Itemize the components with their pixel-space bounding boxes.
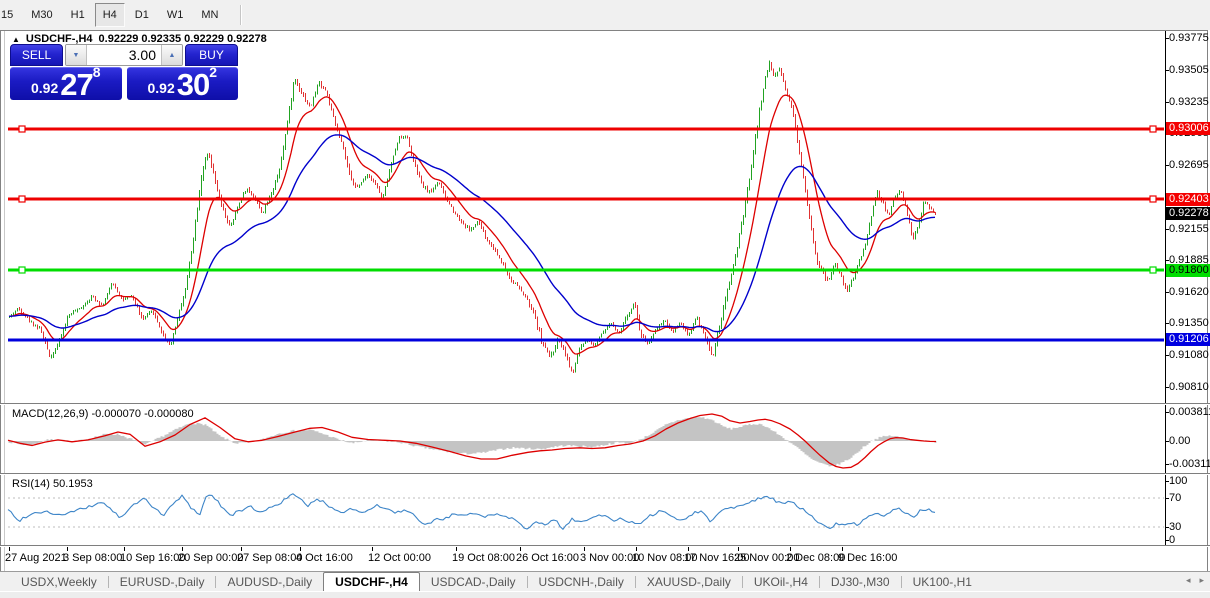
tab-xauusd-daily[interactable]: XAUUSD-,Daily (636, 572, 742, 591)
price-badge: 0.91206 (1166, 333, 1210, 346)
volume-increase-button[interactable]: ▲ (161, 45, 182, 65)
volume-control: ▼ 3.00 ▲ (65, 44, 183, 66)
chart-tab-bar: USDX,Weekly EURUSD-,Daily AUDUSD-,Daily USD… (0, 571, 1210, 591)
tab-usdcnh-daily[interactable]: USDCNH-,Daily (528, 572, 635, 591)
date-axis-label: 3 Sep 08:00 (63, 552, 123, 564)
price-axis-tick: 0.90810 (1169, 381, 1209, 393)
line-handle[interactable] (1149, 266, 1157, 274)
macd-histogram (8, 416, 937, 467)
rsi-axis-tick: 0 (1169, 534, 1176, 546)
tab-scroll-arrows: ◂ ▸ (1186, 575, 1204, 586)
rsi-line (7, 493, 936, 530)
price-badge: 0.91800 (1166, 264, 1210, 277)
price-axis-tick: 0.91620 (1169, 286, 1209, 298)
price-badge: 0.92278 (1166, 207, 1210, 220)
price-axis-tick: 0.93235 (1169, 96, 1209, 108)
price-axis-tick: 0.92695 (1169, 159, 1209, 171)
date-axis-label: 10 Sep 16:00 (120, 552, 186, 564)
pane-divider-dates (0, 545, 1210, 547)
triangle-up-icon: ▲ (168, 51, 176, 59)
pane-divider-macd[interactable] (0, 403, 1210, 405)
price-badge: 0.93006 (1166, 122, 1210, 135)
tab-dj30-m30[interactable]: DJ30-,M30 (820, 572, 901, 591)
date-axis-label: 9 Dec 16:00 (838, 552, 898, 564)
tab-usdchf-h4[interactable]: USDCHF-,H4 (323, 572, 420, 591)
candles-up (9, 60, 926, 373)
sell-price-point: 8 (92, 64, 101, 80)
price-axis-tick: 0.91080 (1169, 349, 1209, 361)
tab-usdx-weekly[interactable]: USDX,Weekly (10, 572, 108, 591)
date-axis-label: 26 Oct 16:00 (516, 552, 579, 564)
buy-price-display[interactable]: 0.92 30 2 (126, 64, 238, 102)
sell-price-display[interactable]: 0.92 27 8 (10, 64, 122, 102)
tab-ukoil-h4[interactable]: UKOil-,H4 (743, 572, 819, 591)
macd-axis-tick: 0.00 (1169, 435, 1191, 447)
buy-price-pips: 30 (176, 67, 210, 102)
buy-button[interactable]: BUY (185, 44, 238, 66)
collapse-arrow-icon[interactable]: ▲ (12, 35, 20, 44)
buy-price-point: 2 (209, 64, 218, 80)
date-axis-label: 20 Sep 00:00 (178, 552, 244, 564)
volume-input[interactable]: 3.00 (87, 45, 161, 65)
line-handle[interactable] (1149, 195, 1157, 203)
line-handle[interactable] (18, 266, 26, 274)
date-axis-label: 27 Sep 08:00 (237, 552, 303, 564)
date-axis-label: 4 Oct 16:00 (296, 552, 353, 564)
macd-axis-tick: -0.003115 (1169, 458, 1210, 470)
rsi-axis-tick: 100 (1169, 475, 1188, 487)
price-axis-tick: 0.92155 (1169, 223, 1209, 235)
price-axis-tick: 0.93775 (1169, 32, 1209, 44)
rsi-axis-tick: 30 (1169, 521, 1182, 533)
tab-scroll-right-icon[interactable]: ▸ (1199, 575, 1204, 586)
price-badge: 0.92403 (1166, 193, 1210, 206)
sell-button[interactable]: SELL (10, 44, 63, 66)
tab-eurusd-daily[interactable]: EURUSD-,Daily (109, 572, 216, 591)
tab-audusd-daily[interactable]: AUDUSD-,Daily (216, 572, 323, 591)
sell-price-pips: 27 (60, 67, 93, 102)
line-handle[interactable] (1149, 125, 1157, 133)
line-handle[interactable] (18, 195, 26, 203)
macd-axis-tick: 0.003811 (1169, 406, 1210, 418)
date-axis-label: 12 Oct 00:00 (368, 552, 431, 564)
rsi-axis-tick: 70 (1169, 492, 1182, 504)
candles-down (19, 62, 936, 374)
one-click-trading-panel: SELL ▼ 3.00 ▲ BUY 0.92 27 8 0.92 30 2 (10, 44, 238, 100)
date-axis-label: 2 Dec 08:00 (786, 552, 846, 564)
price-axis-tick: 0.91350 (1169, 317, 1209, 329)
date-axis-label: 3 Nov 00:00 (580, 552, 640, 564)
sell-price-prefix: 0.92 (30, 80, 59, 96)
tab-scroll-left-icon[interactable]: ◂ (1186, 575, 1191, 586)
price-axis-tick: 0.93505 (1169, 64, 1209, 76)
volume-decrease-button[interactable]: ▼ (66, 45, 87, 65)
ma-slow-line (8, 134, 936, 333)
rsi-indicator-label: RSI(14) 50.1953 (12, 478, 93, 490)
triangle-down-icon: ▼ (72, 51, 80, 59)
buy-price-prefix: 0.92 (147, 80, 175, 96)
pane-divider-rsi[interactable] (0, 473, 1210, 475)
date-axis-label: 27 Aug 2021 (5, 552, 67, 564)
tab-uk100-h1[interactable]: UK100-,H1 (902, 572, 983, 591)
mt4-terminal: { "toolbar": { "timeframes": [ {"label":… (0, 0, 1210, 598)
tab-usdcad-daily[interactable]: USDCAD-,Daily (420, 572, 527, 591)
macd-indicator-label: MACD(12,26,9) -0.000070 -0.000080 (12, 408, 194, 420)
line-handle[interactable] (18, 125, 26, 133)
date-axis-label: 19 Oct 08:00 (452, 552, 515, 564)
